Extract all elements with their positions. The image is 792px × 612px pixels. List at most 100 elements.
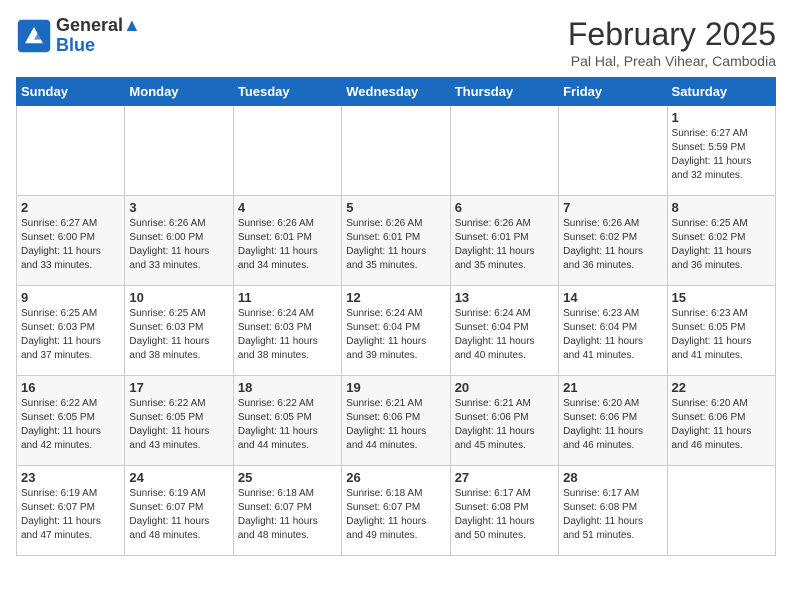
day-info: Sunrise: 6:21 AM Sunset: 6:06 PM Dayligh…	[455, 397, 554, 453]
day-number: 23	[21, 470, 120, 485]
day-info: Sunrise: 6:25 AM Sunset: 6:02 PM Dayligh…	[672, 217, 771, 273]
calendar-cell	[450, 106, 558, 196]
day-number: 20	[455, 380, 554, 395]
day-info: Sunrise: 6:26 AM Sunset: 6:00 PM Dayligh…	[129, 217, 228, 273]
calendar-cell	[233, 106, 341, 196]
location: Pal Hal, Preah Vihear, Cambodia	[568, 53, 776, 69]
day-info: Sunrise: 6:22 AM Sunset: 6:05 PM Dayligh…	[238, 397, 337, 453]
day-info: Sunrise: 6:26 AM Sunset: 6:01 PM Dayligh…	[455, 217, 554, 273]
day-number: 7	[563, 200, 662, 215]
day-number: 1	[672, 110, 771, 125]
day-number: 13	[455, 290, 554, 305]
calendar-cell: 3 Sunrise: 6:26 AM Sunset: 6:00 PM Daylig…	[125, 196, 233, 286]
calendar-cell: 23 Sunrise: 6:19 AM Sunset: 6:07 PM Dayli…	[17, 466, 125, 556]
day-number: 22	[672, 380, 771, 395]
day-number: 6	[455, 200, 554, 215]
calendar-cell: 27 Sunrise: 6:17 AM Sunset: 6:08 PM Dayli…	[450, 466, 558, 556]
calendar-cell: 6 Sunrise: 6:26 AM Sunset: 6:01 PM Daylig…	[450, 196, 558, 286]
day-number: 5	[346, 200, 445, 215]
day-number: 25	[238, 470, 337, 485]
calendar-cell	[125, 106, 233, 196]
calendar-cell: 14Sunrise: 6:23 AM Sunset: 6:04 PM Dayli…	[559, 286, 667, 376]
day-number: 26	[346, 470, 445, 485]
calendar-week-2: 9 Sunrise: 6:25 AM Sunset: 6:03 PM Daylig…	[17, 286, 776, 376]
day-header-monday: Monday	[125, 78, 233, 106]
calendar-cell: 1 Sunrise: 6:27 AM Sunset: 5:59 PM Daylig…	[667, 106, 775, 196]
day-header-sunday: Sunday	[17, 78, 125, 106]
calendar-cell: 4 Sunrise: 6:26 AM Sunset: 6:01 PM Daylig…	[233, 196, 341, 286]
day-number: 27	[455, 470, 554, 485]
day-header-saturday: Saturday	[667, 78, 775, 106]
calendar-cell: 20 Sunrise: 6:21 AM Sunset: 6:06 PM Dayli…	[450, 376, 558, 466]
calendar-cell: 22Sunrise: 6:20 AM Sunset: 6:06 PM Dayli…	[667, 376, 775, 466]
calendar-cell: 16 Sunrise: 6:22 AM Sunset: 6:05 PM Dayli…	[17, 376, 125, 466]
title-block: February 2025 Pal Hal, Preah Vihear, Cam…	[568, 16, 776, 69]
day-header-wednesday: Wednesday	[342, 78, 450, 106]
day-number: 3	[129, 200, 228, 215]
day-info: Sunrise: 6:26 AM Sunset: 6:01 PM Dayligh…	[238, 217, 337, 273]
day-info: Sunrise: 6:24 AM Sunset: 6:04 PM Dayligh…	[455, 307, 554, 363]
calendar-table: SundayMondayTuesdayWednesdayThursdayFrid…	[16, 77, 776, 556]
day-info: Sunrise: 6:17 AM Sunset: 6:08 PM Dayligh…	[563, 487, 662, 543]
day-info: Sunrise: 6:22 AM Sunset: 6:05 PM Dayligh…	[21, 397, 120, 453]
day-info: Sunrise: 6:23 AM Sunset: 6:04 PM Dayligh…	[563, 307, 662, 363]
logo-text: General▲ Blue	[56, 16, 141, 56]
calendar-cell: 21Sunrise: 6:20 AM Sunset: 6:06 PM Dayli…	[559, 376, 667, 466]
calendar-week-3: 16 Sunrise: 6:22 AM Sunset: 6:05 PM Dayli…	[17, 376, 776, 466]
calendar-cell: 24 Sunrise: 6:19 AM Sunset: 6:07 PM Dayli…	[125, 466, 233, 556]
day-info: Sunrise: 6:17 AM Sunset: 6:08 PM Dayligh…	[455, 487, 554, 543]
calendar-cell	[17, 106, 125, 196]
calendar-header: SundayMondayTuesdayWednesdayThursdayFrid…	[17, 78, 776, 106]
day-info: Sunrise: 6:26 AM Sunset: 6:02 PM Dayligh…	[563, 217, 662, 273]
day-info: Sunrise: 6:20 AM Sunset: 6:06 PM Dayligh…	[563, 397, 662, 453]
day-info: Sunrise: 6:18 AM Sunset: 6:07 PM Dayligh…	[238, 487, 337, 543]
calendar-cell: 9 Sunrise: 6:25 AM Sunset: 6:03 PM Daylig…	[17, 286, 125, 376]
calendar-week-1: 2Sunrise: 6:27 AM Sunset: 6:00 PM Daylig…	[17, 196, 776, 286]
day-info: Sunrise: 6:26 AM Sunset: 6:01 PM Dayligh…	[346, 217, 445, 273]
day-number: 9	[21, 290, 120, 305]
day-info: Sunrise: 6:24 AM Sunset: 6:04 PM Dayligh…	[346, 307, 445, 363]
day-info: Sunrise: 6:19 AM Sunset: 6:07 PM Dayligh…	[21, 487, 120, 543]
day-header-friday: Friday	[559, 78, 667, 106]
day-number: 19	[346, 380, 445, 395]
calendar-cell: 26 Sunrise: 6:18 AM Sunset: 6:07 PM Dayli…	[342, 466, 450, 556]
calendar-cell	[667, 466, 775, 556]
calendar-cell: 25 Sunrise: 6:18 AM Sunset: 6:07 PM Dayli…	[233, 466, 341, 556]
calendar-cell: 15 Sunrise: 6:23 AM Sunset: 6:05 PM Dayli…	[667, 286, 775, 376]
calendar-cell: 19Sunrise: 6:21 AM Sunset: 6:06 PM Dayli…	[342, 376, 450, 466]
day-number: 28	[563, 470, 662, 485]
calendar-body: 1 Sunrise: 6:27 AM Sunset: 5:59 PM Daylig…	[17, 106, 776, 556]
calendar-cell: 11Sunrise: 6:24 AM Sunset: 6:03 PM Dayli…	[233, 286, 341, 376]
day-number: 10	[129, 290, 228, 305]
day-header-tuesday: Tuesday	[233, 78, 341, 106]
calendar-cell: 13 Sunrise: 6:24 AM Sunset: 6:04 PM Dayli…	[450, 286, 558, 376]
day-header-thursday: Thursday	[450, 78, 558, 106]
day-number: 4	[238, 200, 337, 215]
page-header: General▲ Blue February 2025 Pal Hal, Pre…	[16, 16, 776, 69]
calendar-week-0: 1 Sunrise: 6:27 AM Sunset: 5:59 PM Daylig…	[17, 106, 776, 196]
day-number: 18	[238, 380, 337, 395]
day-number: 17	[129, 380, 228, 395]
day-number: 2	[21, 200, 120, 215]
day-info: Sunrise: 6:23 AM Sunset: 6:05 PM Dayligh…	[672, 307, 771, 363]
day-number: 24	[129, 470, 228, 485]
day-info: Sunrise: 6:27 AM Sunset: 5:59 PM Dayligh…	[672, 127, 771, 183]
calendar-cell	[342, 106, 450, 196]
month-year: February 2025	[568, 16, 776, 53]
day-info: Sunrise: 6:25 AM Sunset: 6:03 PM Dayligh…	[21, 307, 120, 363]
logo: General▲ Blue	[16, 16, 141, 56]
logo-icon	[16, 18, 52, 54]
calendar-cell	[559, 106, 667, 196]
day-info: Sunrise: 6:25 AM Sunset: 6:03 PM Dayligh…	[129, 307, 228, 363]
calendar-cell: 8 Sunrise: 6:25 AM Sunset: 6:02 PM Daylig…	[667, 196, 775, 286]
day-info: Sunrise: 6:18 AM Sunset: 6:07 PM Dayligh…	[346, 487, 445, 543]
day-number: 8	[672, 200, 771, 215]
calendar-week-4: 23 Sunrise: 6:19 AM Sunset: 6:07 PM Dayli…	[17, 466, 776, 556]
day-info: Sunrise: 6:19 AM Sunset: 6:07 PM Dayligh…	[129, 487, 228, 543]
day-number: 16	[21, 380, 120, 395]
calendar-cell: 2Sunrise: 6:27 AM Sunset: 6:00 PM Daylig…	[17, 196, 125, 286]
day-info: Sunrise: 6:24 AM Sunset: 6:03 PM Dayligh…	[238, 307, 337, 363]
calendar-cell: 5 Sunrise: 6:26 AM Sunset: 6:01 PM Daylig…	[342, 196, 450, 286]
day-number: 15	[672, 290, 771, 305]
calendar-cell: 17Sunrise: 6:22 AM Sunset: 6:05 PM Dayli…	[125, 376, 233, 466]
